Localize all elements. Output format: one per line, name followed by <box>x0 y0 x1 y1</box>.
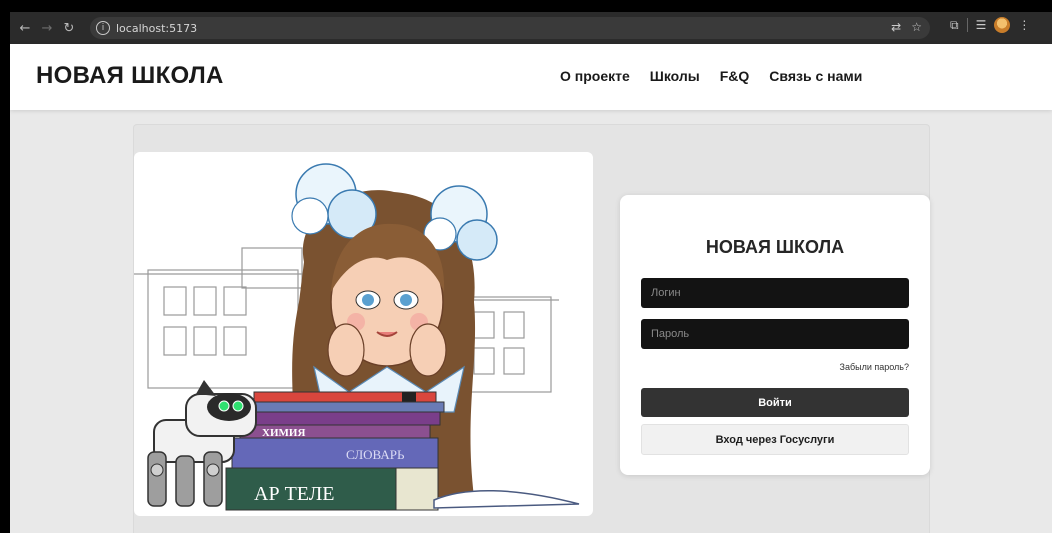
reading-list-icon[interactable]: ☰ <box>976 18 987 32</box>
password-input[interactable] <box>641 319 909 349</box>
nav-contact[interactable]: Связь с нами <box>769 68 862 84</box>
left-iris <box>362 294 374 306</box>
open-book <box>433 489 580 509</box>
gosuslugi-login-button[interactable]: Вход через Госуслуги <box>641 424 909 455</box>
site-info-icon[interactable]: i <box>96 21 110 35</box>
left-hand <box>327 323 365 377</box>
menu-icon[interactable]: ⋮ <box>1018 18 1030 32</box>
login-button[interactable]: Войти <box>641 388 909 417</box>
url-text: localhost:5173 <box>116 21 198 35</box>
login-card: НОВАЯ ШКОЛА Забыли пароль? Войти Вход че… <box>620 195 930 475</box>
nav-about[interactable]: О проекте <box>560 68 630 84</box>
schoolgirl-illustration: ХИМИЯ СЛОВАРЬ АР ТЕЛЕ <box>134 163 580 511</box>
nav-faq[interactable]: F&Q <box>720 68 750 84</box>
main-nav: О проекте Школы F&Q Связь с нами <box>560 68 862 84</box>
browser-toolbar: ← → ↻ i localhost:5173 ⇄ ☆ ⧉ ☰ ⋮ <box>10 12 1052 44</box>
book-dictionary-label: СЛОВАРЬ <box>346 447 405 462</box>
right-iris <box>400 294 412 306</box>
reload-icon[interactable]: ↻ <box>58 17 80 39</box>
right-hand <box>409 323 447 377</box>
login-title: НОВАЯ ШКОЛА <box>705 237 845 257</box>
browser-window: ← → ↻ i localhost:5173 ⇄ ☆ ⧉ ☰ ⋮ НОВАЯ Ш… <box>10 12 1052 533</box>
left-bow <box>291 163 377 239</box>
book-spine-label: АР ТЕЛЕ <box>254 483 335 505</box>
hero-illustration: ХИМИЯ СЛОВАРЬ АР ТЕЛЕ <box>134 152 593 516</box>
star-icon[interactable]: ☆ <box>911 20 922 34</box>
profile-icon[interactable] <box>994 17 1011 33</box>
address-bar[interactable]: i localhost:5173 ⇄ ☆ <box>90 17 930 39</box>
toolbar-divider <box>966 18 968 32</box>
site-logo[interactable]: НОВАЯ ШКОЛА <box>36 62 224 90</box>
login-input[interactable] <box>641 278 909 308</box>
back-icon[interactable]: ← <box>14 17 36 39</box>
extensions-icon[interactable]: ⧉ <box>950 18 959 33</box>
book-chemistry-label: ХИМИЯ <box>262 427 305 439</box>
nav-schools[interactable]: Школы <box>650 68 700 84</box>
site-header: НОВАЯ ШКОЛА О проекте Школы F&Q Связь с … <box>10 44 1052 110</box>
translate-icon[interactable]: ⇄ <box>891 20 901 34</box>
forgot-password-link[interactable]: Забыли пароль? <box>840 362 909 372</box>
forward-icon[interactable]: → <box>36 17 58 39</box>
book-stack: ХИМИЯ СЛОВАРЬ АР ТЕЛЕ <box>225 391 445 511</box>
